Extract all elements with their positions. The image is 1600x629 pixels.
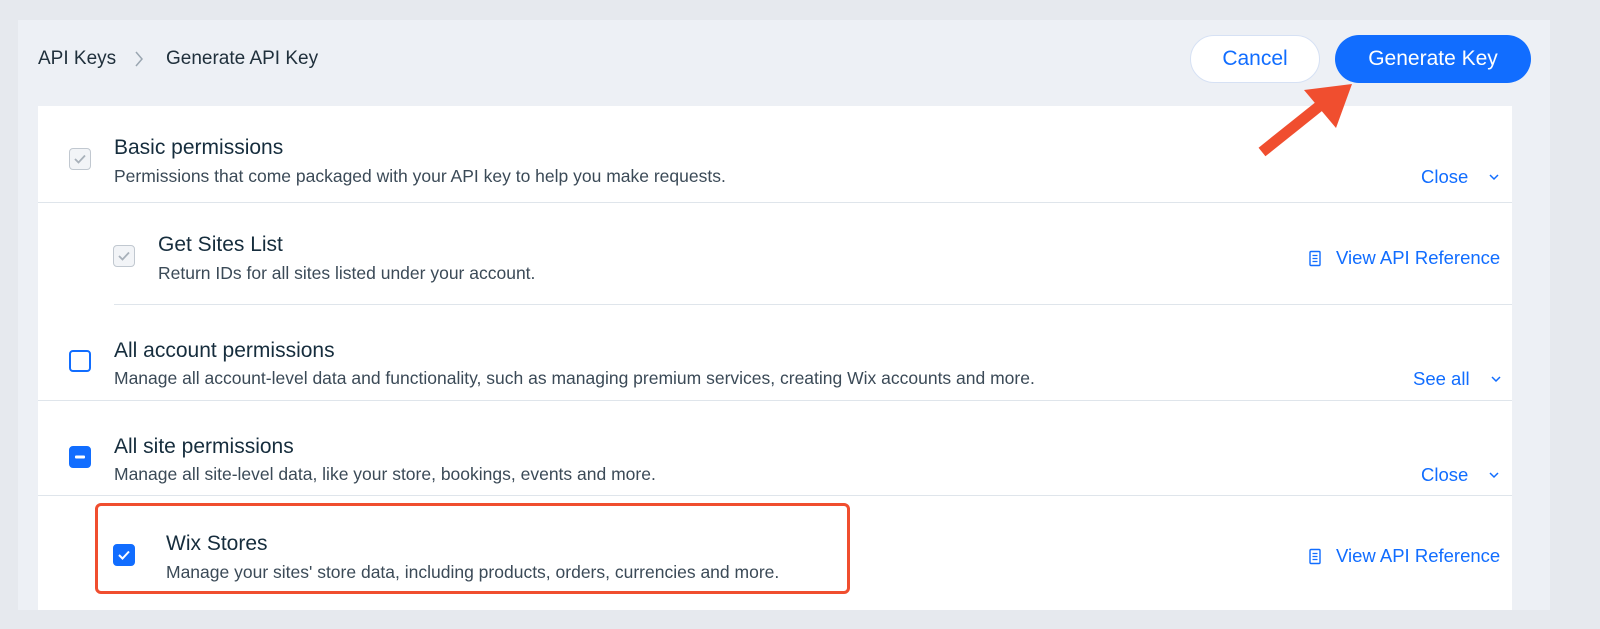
checkmark-icon — [74, 154, 86, 164]
all-site-permissions-description: Manage all site-level data, like your st… — [114, 464, 656, 484]
wix-stores-title: Wix Stores — [166, 532, 268, 555]
breadcrumb-generate-api-key: Generate API Key — [166, 48, 319, 69]
toggle-label: See all — [1413, 368, 1470, 389]
all-site-permissions-close-toggle[interactable]: Close — [1421, 464, 1500, 486]
permission-row-wix-stores: Wix Stores Manage your sites' store data… — [38, 496, 1512, 610]
wix-stores-description: Manage your sites' store data, including… — [166, 562, 780, 582]
wix-stores-api-reference-link[interactable]: View API Reference — [1308, 545, 1500, 567]
page-header: API Keys Generate API Key Cancel Generat… — [18, 20, 1550, 102]
toggle-label: Close — [1421, 464, 1469, 485]
chevron-down-icon — [1489, 472, 1499, 479]
minus-icon — [75, 455, 85, 459]
permission-row-get-sites-list: Get Sites List Return IDs for all sites … — [38, 203, 1512, 304]
link-label: View API Reference — [1336, 247, 1501, 268]
checkmark-icon — [118, 550, 130, 560]
all-site-permissions-checkbox[interactable] — [69, 446, 91, 468]
all-account-permissions-description: Manage all account-level data and functi… — [114, 368, 1035, 388]
checkmark-icon — [118, 251, 130, 261]
document-icon — [1309, 250, 1321, 266]
app-frame: API Keys Generate API Key Cancel Generat… — [18, 20, 1550, 610]
cancel-button[interactable]: Cancel — [1190, 35, 1320, 83]
get-sites-list-checkbox — [113, 245, 135, 267]
all-site-permissions-title: All site permissions — [114, 435, 294, 458]
chevron-down-icon — [1489, 174, 1499, 181]
basic-permissions-checkbox — [69, 148, 91, 170]
permission-row-all-account: All account permissions Manage all accou… — [38, 305, 1512, 400]
chevron-down-icon — [1491, 376, 1501, 383]
all-account-permissions-checkbox[interactable] — [69, 350, 91, 372]
permission-row-basic: Basic permissions Permissions that come … — [38, 106, 1512, 202]
all-account-permissions-see-all-toggle[interactable]: See all — [1413, 368, 1502, 390]
permission-row-all-site: All site permissions Manage all site-lev… — [38, 401, 1512, 495]
document-icon — [1309, 548, 1321, 564]
permissions-panel: Basic permissions Permissions that come … — [38, 106, 1512, 610]
link-label: View API Reference — [1336, 545, 1501, 566]
generate-key-button[interactable]: Generate Key — [1335, 35, 1531, 83]
all-account-permissions-title: All account permissions — [114, 339, 335, 362]
get-sites-list-api-reference-link[interactable]: View API Reference — [1308, 247, 1500, 269]
wix-stores-checkbox[interactable] — [113, 544, 135, 566]
basic-permissions-title: Basic permissions — [114, 136, 284, 159]
get-sites-list-description: Return IDs for all sites listed under yo… — [158, 263, 536, 283]
basic-permissions-close-toggle[interactable]: Close — [1421, 166, 1500, 188]
toggle-label: Close — [1421, 166, 1469, 187]
chevron-right-icon — [135, 51, 143, 67]
get-sites-list-title: Get Sites List — [158, 233, 283, 256]
basic-permissions-description: Permissions that come packaged with your… — [114, 166, 726, 186]
breadcrumb-api-keys[interactable]: API Keys — [38, 48, 116, 70]
